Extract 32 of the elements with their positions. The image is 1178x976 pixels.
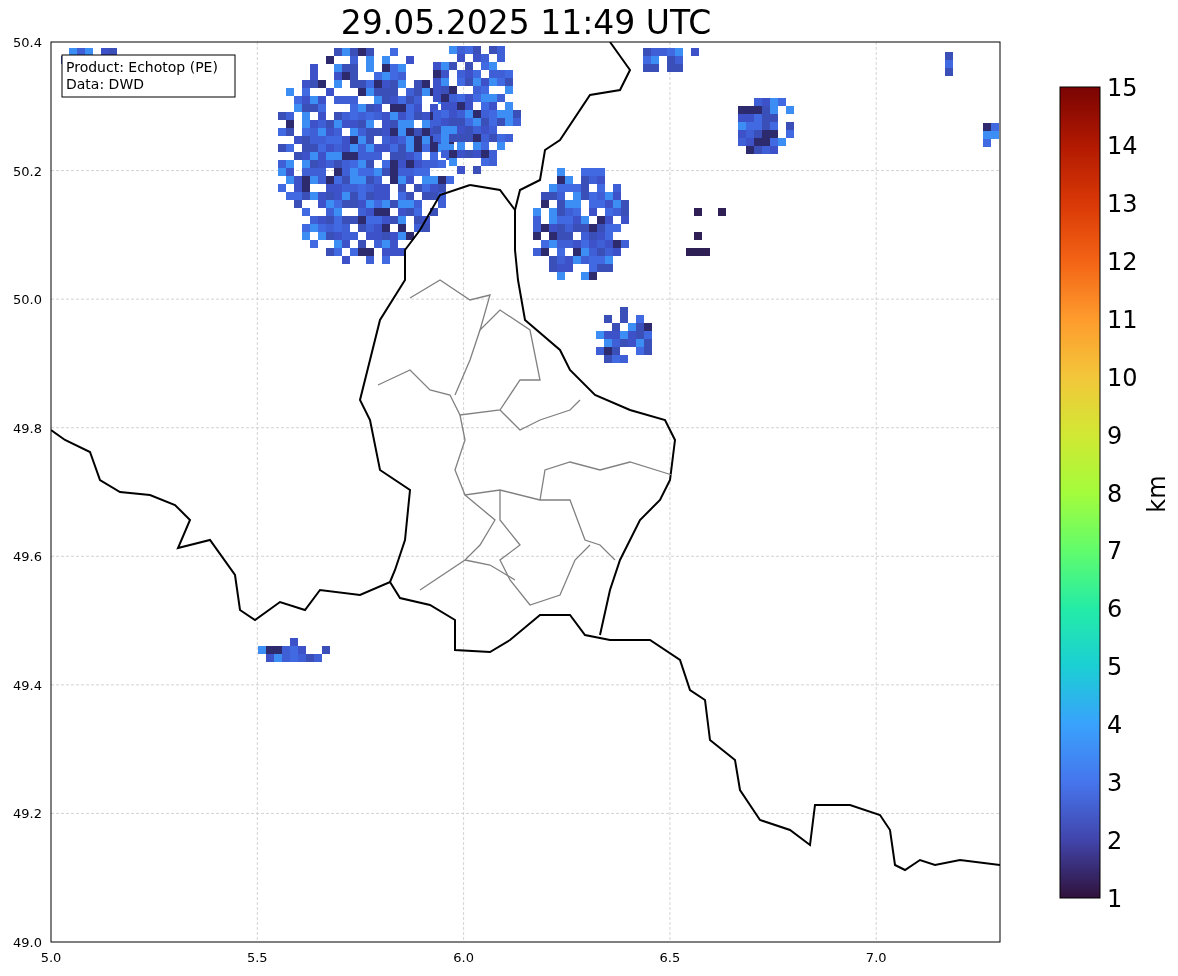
info-text: Product: Echotop (PE): [66, 59, 218, 75]
axis-tick-label: 50.2: [13, 163, 42, 179]
axis-tick-label: 49.8: [13, 420, 42, 436]
axis-tick-label: 49.0: [13, 935, 42, 950]
colorbar-tick-label: 7: [1107, 537, 1123, 566]
colorbar-tick-label: 10: [1107, 363, 1138, 392]
axis-tick-label: 50.0: [13, 292, 42, 308]
colorbar-tick-label: 14: [1107, 131, 1138, 160]
axis-tick-label: 5.5: [246, 950, 268, 965]
axis-tick-label: 6.5: [659, 950, 681, 965]
colorbar-tick-label: 15: [1107, 74, 1138, 102]
colorbar-tick-label: 4: [1107, 711, 1123, 740]
axis-tick-label: 50.4: [13, 35, 42, 50]
colorbar-tick-label: 11: [1107, 305, 1138, 334]
colorbar-tick-label: 9: [1107, 421, 1123, 450]
colorbar-tick-label: 12: [1107, 247, 1138, 276]
axis-tick-label: 5.0: [40, 950, 62, 965]
axis-tick-label: 49.2: [13, 806, 42, 822]
info-text: Data: DWD: [66, 76, 144, 92]
axis-tick-label: 7.0: [865, 950, 887, 965]
colorbar-tick-label: 3: [1107, 769, 1123, 798]
axis-tick-label: 49.6: [13, 549, 42, 565]
colorbar-label: km: [1143, 475, 1171, 513]
colorbar-tick-label: 6: [1107, 595, 1123, 624]
colorbar-tick-label: 13: [1107, 189, 1138, 218]
chart-title: 29.05.2025 11:49 UTC: [340, 3, 712, 42]
colorbar-tick-label: 1: [1107, 885, 1123, 913]
axis-tick-label: 49.4: [13, 677, 42, 693]
colorbar-tick-label: 8: [1107, 479, 1123, 508]
colorbar-tick-label: 2: [1107, 827, 1123, 856]
axis-tick-label: 6.0: [453, 950, 474, 965]
colorbar-tick-label: 5: [1107, 653, 1123, 682]
